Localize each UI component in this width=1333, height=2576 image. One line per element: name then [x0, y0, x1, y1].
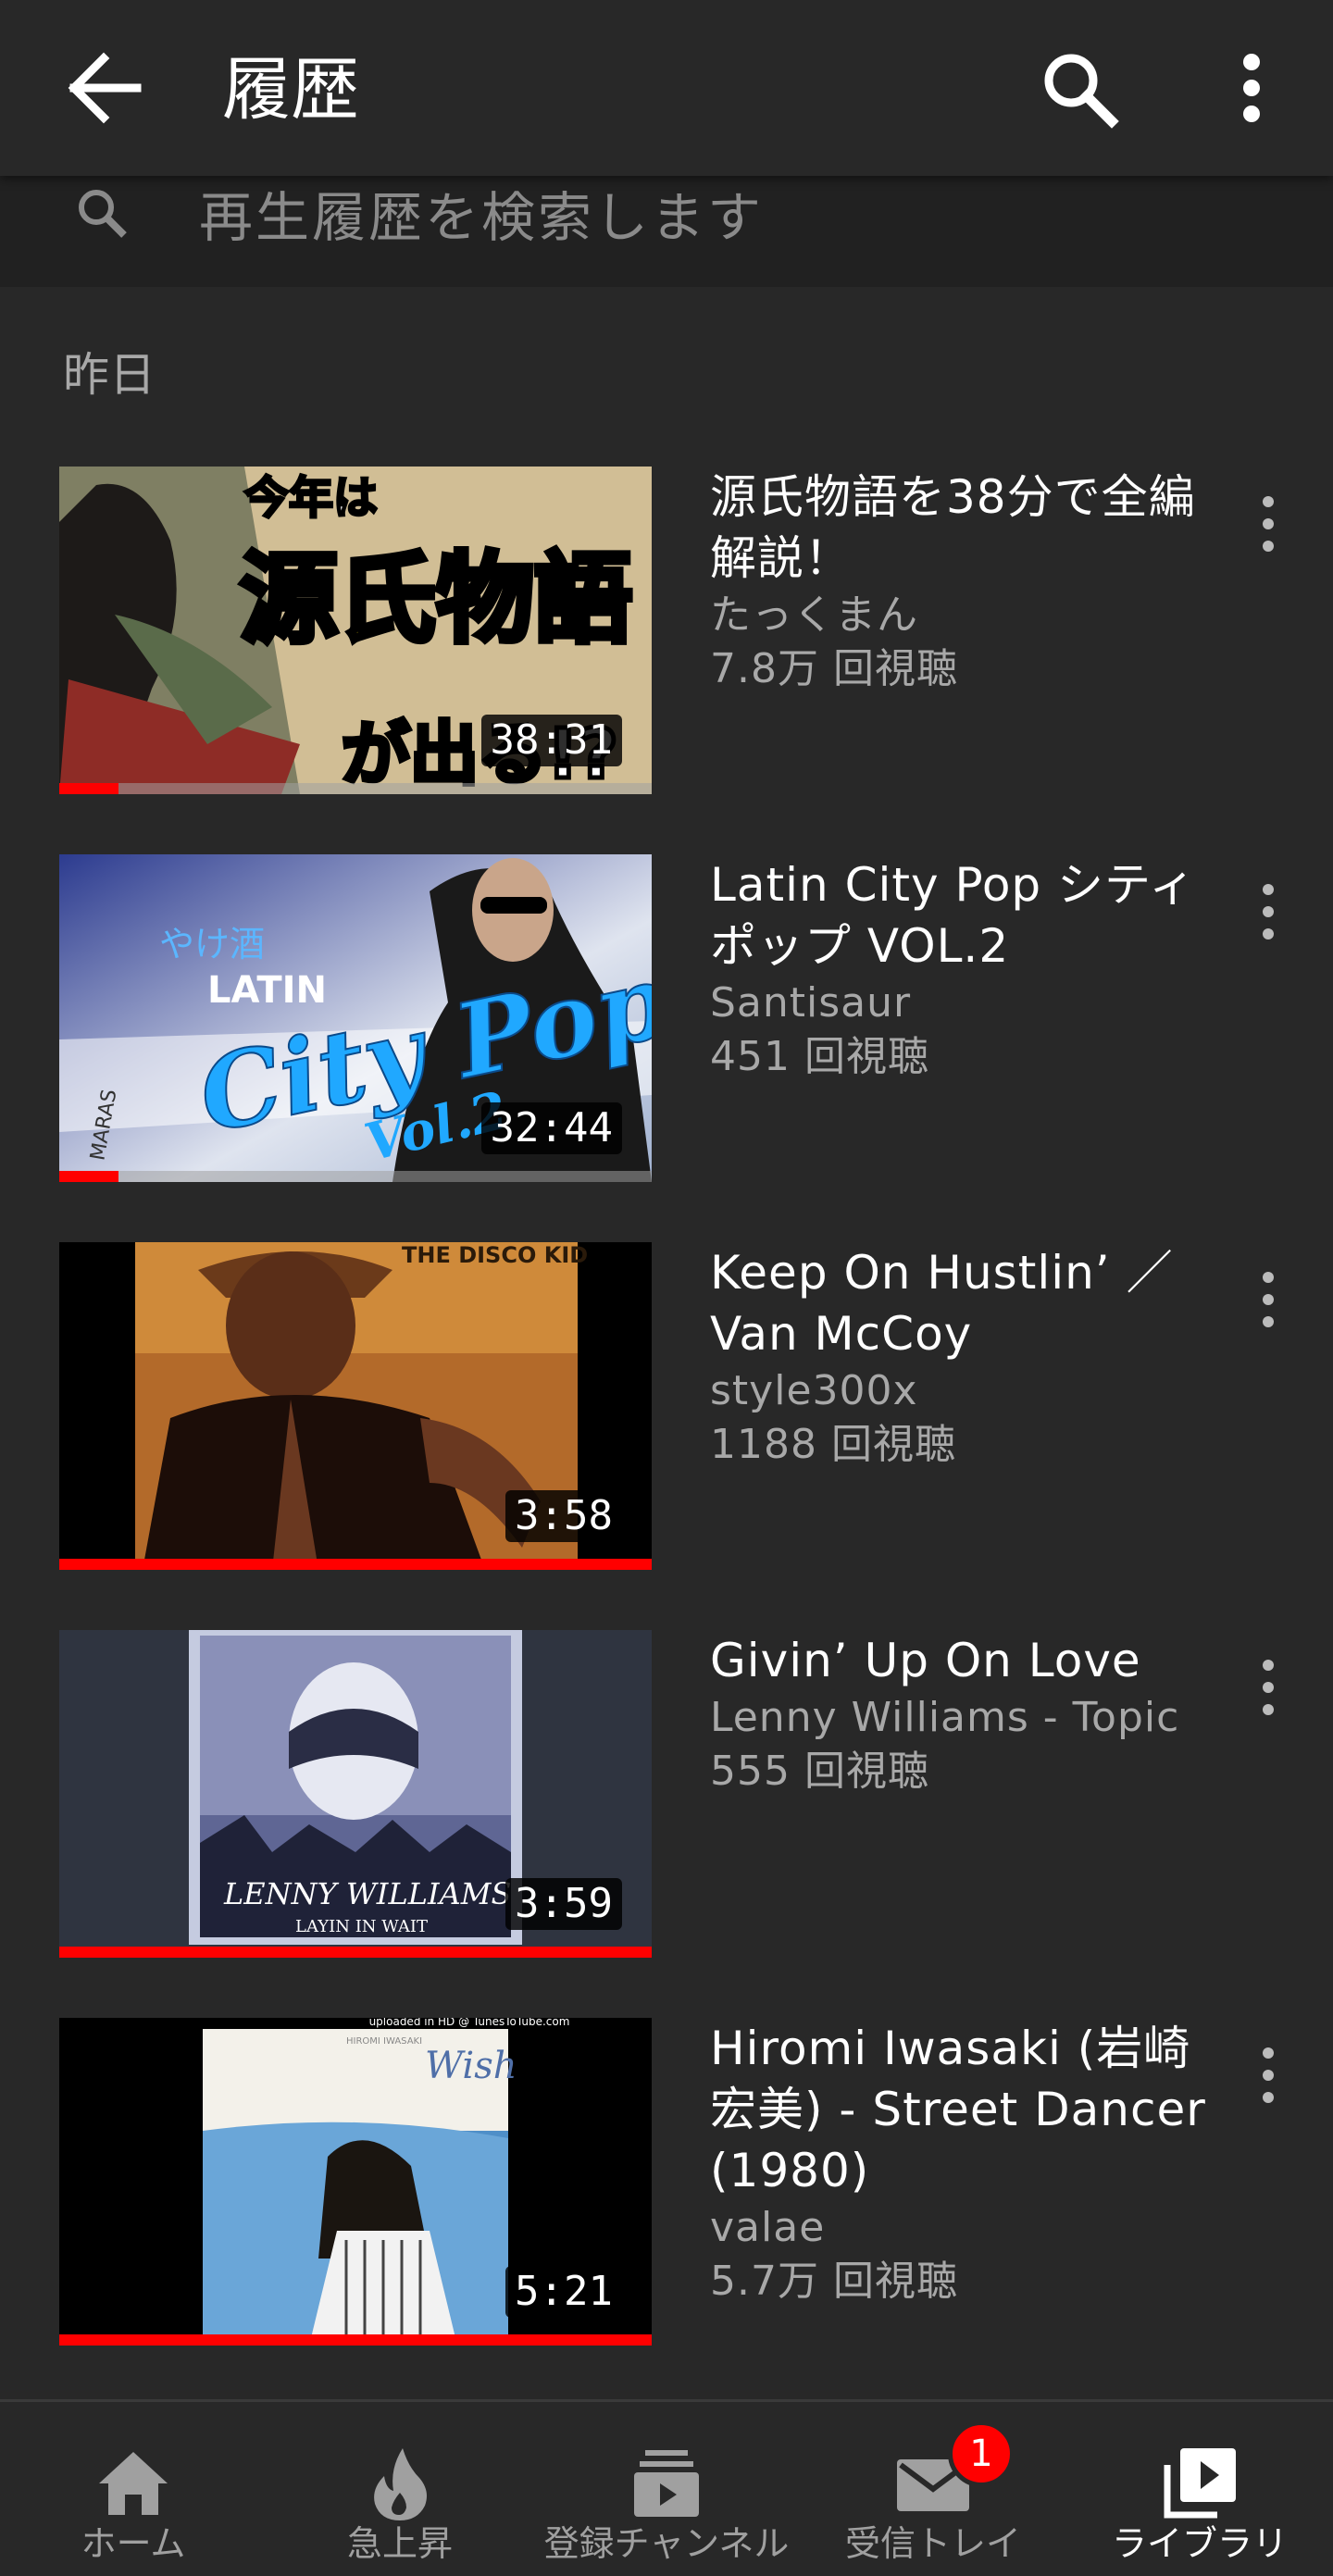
- channel-name: Santisaur: [710, 979, 912, 1027]
- nav-label: ライブラリ: [1111, 2523, 1288, 2564]
- duration-badge: 3:58: [505, 1490, 622, 1542]
- nav-item-trending[interactable]: 急上昇: [267, 2402, 533, 2576]
- thumb-text: THE DISCO KID: [402, 1242, 588, 1268]
- more-vert-icon[interactable]: [1250, 1656, 1287, 1721]
- more-vert-icon[interactable]: [1250, 492, 1287, 557]
- channel-name: Lenny Williams - Topic: [710, 1694, 1180, 1741]
- video-meta: Latin City Pop シティポップ VOL.2 Santisaur 45…: [710, 854, 1228, 1084]
- watch-progress-fill: [59, 2334, 652, 2346]
- duration-badge: 38:31: [480, 715, 622, 766]
- video-item[interactable]: LENNY WILLIAMS LAYIN IN WAIT 3:59 Givin’…: [0, 1630, 1333, 1963]
- more-vert-icon[interactable]: [1213, 42, 1287, 134]
- more-vert-icon[interactable]: [1250, 2044, 1287, 2109]
- view-count: 7.8万 回視聴: [710, 645, 958, 692]
- flame-icon: [358, 2441, 442, 2524]
- thumb-text: Wish: [425, 2045, 517, 2087]
- duration-badge: 3:59: [505, 1878, 622, 1930]
- thumb-text: LAYIN IN WAIT: [295, 1917, 428, 1936]
- video-item[interactable]: THE DISCO KID 3:58 Keep On Hustlin’ ／ Va…: [0, 1242, 1333, 1575]
- nav-label: 登録チャンネル: [543, 2523, 790, 2564]
- video-meta: Givin’ Up On Love Lenny Williams - Topic…: [710, 1630, 1228, 1798]
- notification-badge: 1: [948, 2420, 1015, 2487]
- watch-progress-bar: [59, 783, 652, 794]
- more-vert-icon[interactable]: [1250, 1268, 1287, 1333]
- video-meta: Hiromi Iwasaki (岩崎宏美) - Street Dancer (1…: [710, 2018, 1228, 2308]
- thumb-text: uploaded in HD @ TunesToTube.com: [369, 2018, 570, 2028]
- video-title[interactable]: 源氏物語を38分で全編解説！: [710, 467, 1228, 589]
- nav-item-library[interactable]: ライブラリ: [1066, 2402, 1333, 2576]
- history-search-bar[interactable]: 再生履歴を検索します: [0, 176, 1333, 287]
- watch-progress-bar: [59, 1947, 652, 1958]
- subscriptions-icon: [625, 2441, 708, 2524]
- video-item[interactable]: 今年は 源氏物語 が出る!? 38:31 源氏物語を38分で全編解説！ たっくま…: [0, 467, 1333, 800]
- app-bar: 履歴: [0, 0, 1333, 176]
- channel-name: valae: [710, 2204, 826, 2251]
- nav-label: 急上昇: [346, 2523, 453, 2564]
- nav-item-subscriptions[interactable]: 登録チャンネル: [533, 2402, 800, 2576]
- watch-progress-fill: [59, 1559, 652, 1570]
- watch-progress-fill: [59, 1947, 652, 1958]
- watch-progress-fill: [59, 1171, 118, 1182]
- search-icon[interactable]: [1032, 42, 1125, 134]
- channel-name: たっくまん: [710, 591, 918, 639]
- thumb-text: やけ酒: [159, 924, 265, 964]
- view-count: 555 回視聴: [710, 1748, 929, 1795]
- library-icon: [1158, 2441, 1241, 2524]
- thumb-text: LENNY WILLIAMS: [223, 1876, 511, 1911]
- video-title[interactable]: Hiromi Iwasaki (岩崎宏美) - Street Dancer (1…: [710, 2018, 1228, 2201]
- video-title[interactable]: Latin City Pop シティポップ VOL.2: [710, 854, 1228, 977]
- section-header-date: 昨日: [63, 348, 156, 402]
- watch-progress-bar: [59, 1559, 652, 1570]
- search-input-placeholder[interactable]: 再生履歴を検索します: [199, 176, 764, 259]
- thumb-text: 今年は: [244, 472, 378, 524]
- video-thumbnail[interactable]: やけ酒 LATIN City Pop Vol.2 MARAS 32:44: [59, 854, 652, 1182]
- thumb-text: 源氏物語: [240, 542, 632, 656]
- watch-progress-fill: [59, 783, 118, 794]
- video-meta: 源氏物語を38分で全編解説！ たっくまん 7.8万 回視聴: [710, 467, 1228, 696]
- video-title[interactable]: Givin’ Up On Love: [710, 1630, 1228, 1691]
- arrow-left-icon[interactable]: [56, 46, 148, 130]
- home-icon: [92, 2441, 175, 2524]
- video-thumbnail[interactable]: THE DISCO KID 3:58: [59, 1242, 652, 1570]
- view-count: 5.7万 回視聴: [710, 2258, 958, 2305]
- watch-progress-bar: [59, 1171, 652, 1182]
- bottom-navigation: ホーム 急上昇 登録チャンネル 1 受信トレイ ライブラリ: [0, 2399, 1333, 2576]
- nav-label: ホーム: [81, 2523, 186, 2564]
- channel-name: style300x: [710, 1367, 918, 1414]
- video-item[interactable]: uploaded in HD @ TunesToTube.com HIROMI …: [0, 2018, 1333, 2351]
- more-vert-icon[interactable]: [1250, 880, 1287, 945]
- video-title[interactable]: Keep On Hustlin’ ／ Van McCoy: [710, 1242, 1228, 1364]
- video-thumbnail[interactable]: 今年は 源氏物語 が出る!? 38:31: [59, 467, 652, 794]
- video-meta: Keep On Hustlin’ ／ Van McCoy style300x 1…: [710, 1242, 1228, 1472]
- thumb-text: LATIN: [207, 969, 327, 1012]
- video-thumbnail[interactable]: uploaded in HD @ TunesToTube.com HIROMI …: [59, 2018, 652, 2346]
- duration-badge: 5:21: [505, 2266, 622, 2318]
- search-icon: [70, 183, 135, 248]
- duration-badge: 32:44: [480, 1102, 622, 1154]
- nav-label: 受信トレイ: [844, 2523, 1021, 2564]
- view-count: 1188 回視聴: [710, 1421, 956, 1468]
- watch-progress-bar: [59, 2334, 652, 2346]
- nav-item-inbox[interactable]: 1 受信トレイ: [800, 2402, 1066, 2576]
- thumb-text: HIROMI IWASAKI: [346, 2036, 422, 2047]
- video-thumbnail[interactable]: LENNY WILLIAMS LAYIN IN WAIT 3:59: [59, 1630, 652, 1958]
- view-count: 451 回視聴: [710, 1033, 929, 1080]
- nav-item-home[interactable]: ホーム: [0, 2402, 267, 2576]
- page-title: 履歴: [222, 50, 359, 130]
- video-item[interactable]: やけ酒 LATIN City Pop Vol.2 MARAS 32:44 Lat…: [0, 854, 1333, 1188]
